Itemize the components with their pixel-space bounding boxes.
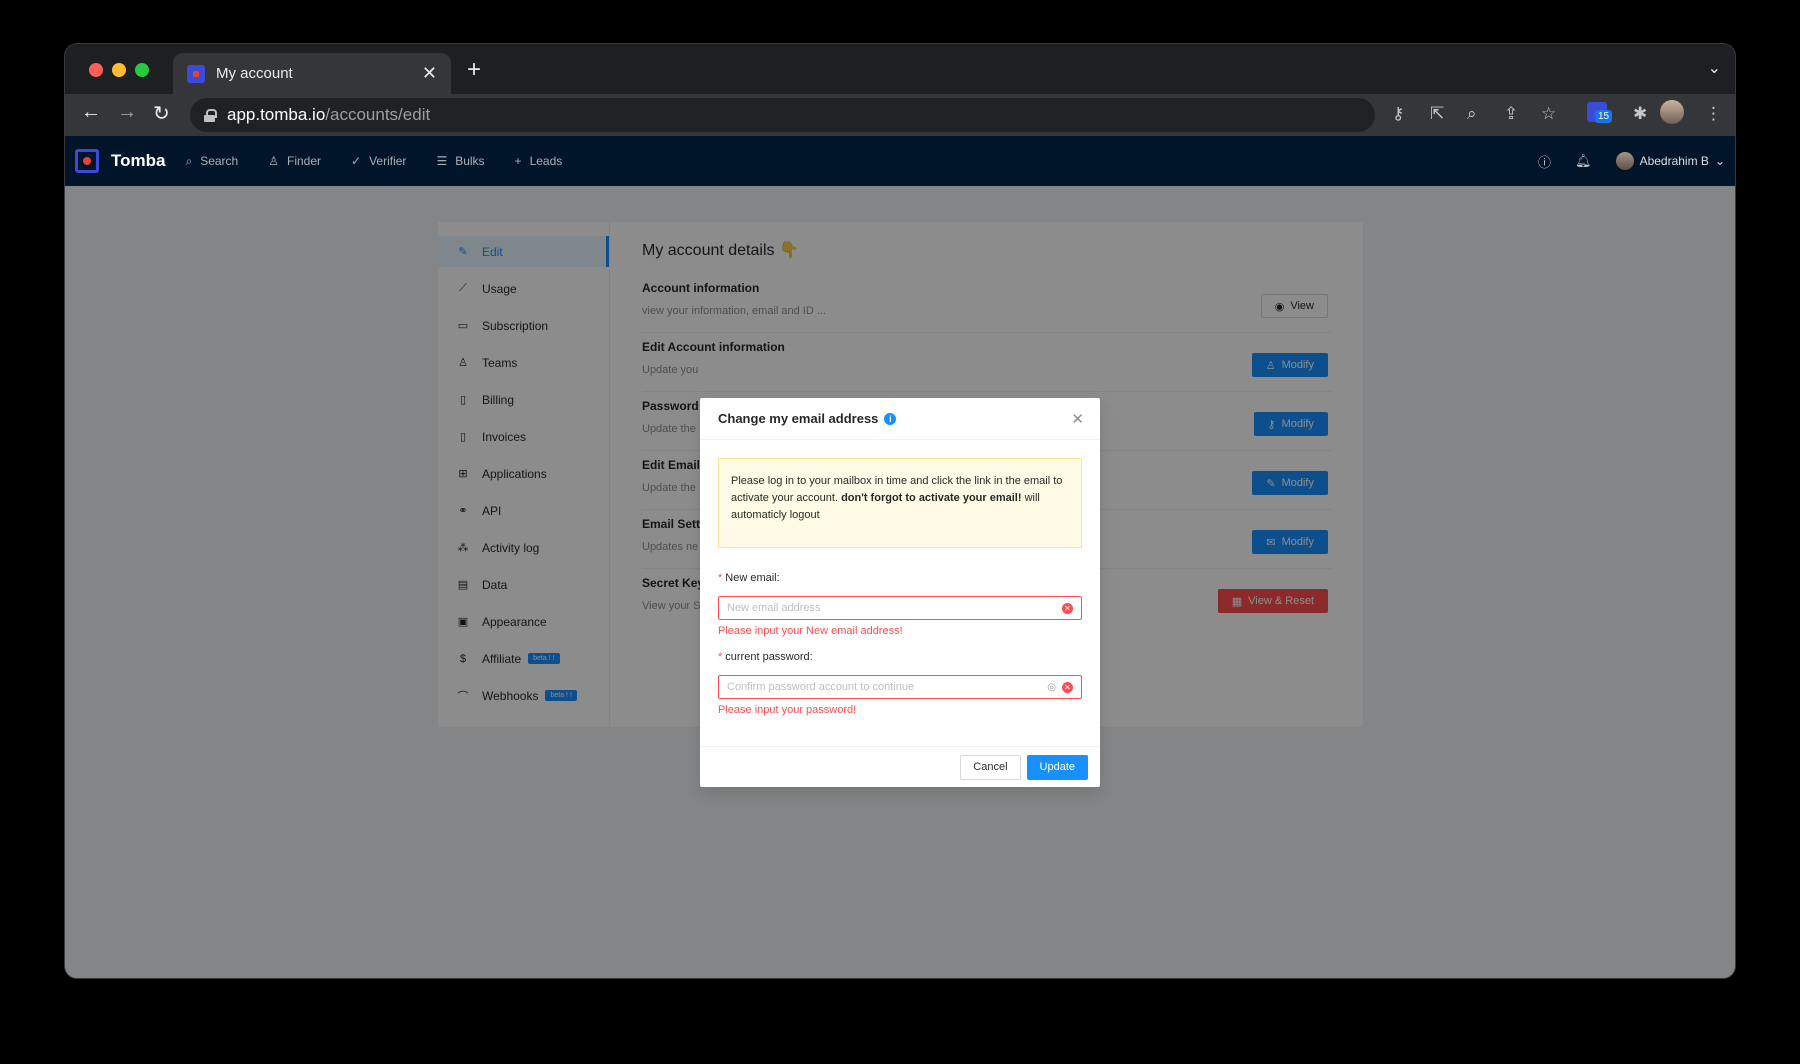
close-window-button[interactable] xyxy=(89,63,103,77)
modal-body: Please log in to your mailbox in time an… xyxy=(700,440,1100,716)
tomba-logo-icon[interactable] xyxy=(75,149,99,173)
open-external-icon[interactable]: ⇱ xyxy=(1430,104,1444,124)
tab-strip: My account ✕ + ⌄ xyxy=(65,44,1735,94)
minimize-window-button[interactable] xyxy=(112,63,126,77)
plus-icon: + xyxy=(514,154,522,168)
info-icon[interactable]: i xyxy=(884,412,897,425)
close-tab-icon[interactable]: ✕ xyxy=(422,63,437,84)
extensions-puzzle-icon[interactable]: ✱ xyxy=(1633,104,1647,124)
app-header: Tomba ⌕ Search ♙ Finder ✓ Verifier ☰ Bulks +… xyxy=(65,136,1735,186)
zoom-icon[interactable]: ⌕ xyxy=(1467,104,1477,124)
web-page: Tomba ⌕ Search ♙ Finder ✓ Verifier ☰ Bulks +… xyxy=(65,136,1735,978)
activation-notice: Please log in to your mailbox in time an… xyxy=(718,458,1082,548)
nav-label: Leads xyxy=(529,154,563,168)
change-email-modal: Change my email address i ✕ Please log i… xyxy=(700,398,1100,787)
brand-name[interactable]: Tomba xyxy=(111,151,165,171)
nav-leads[interactable]: + Leads xyxy=(515,154,563,168)
required-mark: * xyxy=(718,651,723,663)
browser-toolbar: ← → ↻ app.tomba.io/accounts/edit ⚷ ⇱ ⌕ ⇪… xyxy=(65,94,1735,136)
help-icon[interactable]: ⓘ xyxy=(1538,152,1551,171)
bookmark-star-icon[interactable]: ☆ xyxy=(1541,104,1556,124)
current-password-label: * current password: xyxy=(718,651,1082,663)
back-icon[interactable]: ← xyxy=(81,101,101,124)
current-password-input[interactable]: Confirm password account to continue ◎ ✕ xyxy=(718,675,1082,699)
nav-label: Verifier xyxy=(369,154,407,168)
browser-window: My account ✕ + ⌄ ← → ↻ app.tomba.io/acco… xyxy=(65,44,1735,978)
avatar xyxy=(1615,152,1634,170)
eye-invisible-icon[interactable]: ◎ xyxy=(1047,682,1056,693)
update-button[interactable]: Update xyxy=(1026,754,1088,780)
tomba-favicon-icon xyxy=(187,64,205,83)
nav-finder[interactable]: ♙ Finder xyxy=(268,154,321,168)
nav-bulks[interactable]: ☰ Bulks xyxy=(436,154,484,168)
url-host: app.tomba.io xyxy=(227,105,326,124)
nav-search[interactable]: ⌕ Search xyxy=(185,154,238,169)
user-name: Abedrahim B xyxy=(1639,154,1709,168)
browser-tab[interactable]: My account ✕ xyxy=(173,53,451,94)
search-icon: ⌕ xyxy=(185,153,193,168)
maximize-window-button[interactable] xyxy=(135,63,149,77)
list-icon: ☰ xyxy=(436,154,448,168)
nav-label: Bulks xyxy=(455,154,485,168)
modal-header: Change my email address i ✕ xyxy=(700,398,1100,440)
new-tab-icon[interactable]: + xyxy=(467,56,481,84)
tab-search-chevron-icon[interactable]: ⌄ xyxy=(1708,58,1721,78)
lock-icon xyxy=(204,108,217,122)
url-path: /accounts/edit xyxy=(325,105,431,124)
new-email-input[interactable]: New email address ✕ xyxy=(718,596,1082,620)
user-icon: ♙ xyxy=(268,154,279,168)
nav-verifier[interactable]: ✓ Verifier xyxy=(351,154,406,168)
address-bar[interactable]: app.tomba.io/accounts/edit xyxy=(190,98,1375,132)
password-placeholder: Confirm password account to continue xyxy=(727,681,915,693)
browser-menu-icon[interactable]: ⋮ xyxy=(1705,104,1722,124)
label-colon: : xyxy=(809,651,813,663)
header-actions: ⓘ 🔔︎ Abedrahim B ⌄ xyxy=(1538,136,1725,186)
reload-icon[interactable]: ↻ xyxy=(153,101,170,126)
notice-bold-text: don't forgot to activate your email! xyxy=(841,492,1022,504)
label-text: current password xyxy=(725,651,810,663)
new-email-label: * New email: xyxy=(718,572,1082,584)
key-icon[interactable]: ⚷ xyxy=(1392,104,1404,124)
label-text: New email xyxy=(725,572,777,584)
required-mark: * xyxy=(718,572,723,584)
browser-profile-avatar[interactable] xyxy=(1660,100,1684,124)
share-icon[interactable]: ⇪ xyxy=(1504,104,1518,124)
cancel-button[interactable]: Cancel xyxy=(960,754,1021,780)
modal-title: Change my email address xyxy=(718,411,879,426)
bell-icon[interactable]: 🔔︎ xyxy=(1575,153,1592,169)
nav-label: Finder xyxy=(287,154,322,168)
close-icon[interactable]: ✕ xyxy=(1071,410,1084,428)
error-close-circle-icon: ✕ xyxy=(1062,602,1073,614)
forward-icon[interactable]: → xyxy=(117,101,137,124)
label-colon: : xyxy=(776,572,780,584)
tab-title: My account xyxy=(216,65,293,82)
nav-label: Search xyxy=(200,154,239,168)
password-error-message: Please input your password! xyxy=(718,704,857,716)
email-placeholder: New email address xyxy=(727,602,821,614)
modal-footer: Cancel Update xyxy=(700,746,1100,787)
chevron-down-icon: ⌄ xyxy=(1714,154,1725,168)
email-error-message: Please input your New email address! xyxy=(718,625,903,637)
error-close-circle-icon: ✕ xyxy=(1062,681,1073,693)
check-icon: ✓ xyxy=(351,154,362,168)
user-menu[interactable]: Abedrahim B ⌄ xyxy=(1615,152,1725,170)
extension-badge: 15 xyxy=(1595,110,1613,123)
